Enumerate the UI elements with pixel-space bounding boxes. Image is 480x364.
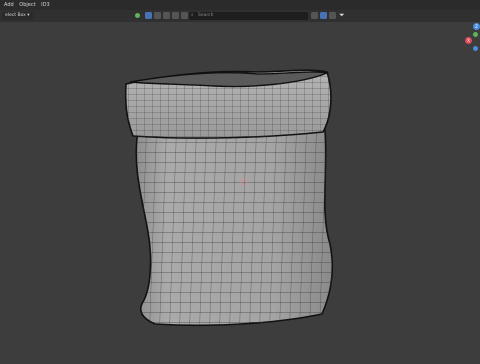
gizmo-z-label: Z — [475, 24, 478, 29]
menu-add[interactable]: Add — [4, 0, 14, 10]
gizmo-z-axis[interactable]: Z — [473, 23, 480, 30]
gizmo-x-axis[interactable]: X — [465, 37, 472, 44]
body-wireframe — [136, 130, 333, 326]
display-mode-icon[interactable] — [311, 12, 318, 19]
select-mode-dropdown[interactable]: elect Box ▾ — [2, 12, 33, 20]
overlay-icon[interactable] — [172, 12, 179, 19]
search-input[interactable]: Search — [198, 12, 213, 20]
object-mode-icon[interactable] — [145, 12, 152, 19]
gizmo-neg-z[interactable] — [473, 46, 478, 51]
outliner-search[interactable]: ⌕ Search — [189, 11, 308, 20]
gizmo-x-label: X — [467, 38, 470, 43]
selectable-icon[interactable] — [320, 12, 327, 19]
filter-icon[interactable] — [163, 12, 170, 19]
menu-object[interactable]: Object — [19, 0, 35, 10]
gizmo-y-axis[interactable]: Y — [473, 32, 478, 37]
shading-icon[interactable] — [181, 12, 188, 19]
sack-mesh[interactable] — [0, 22, 480, 360]
funnel-icon[interactable]: ⏷ — [339, 11, 345, 20]
select-mode-label: elect Box — [5, 13, 26, 18]
menu-id3[interactable]: ID3 — [41, 0, 50, 10]
viewport-header: elect Box ▾ ⊥ Global ▾ ⌕ Search ⏷ — [0, 10, 480, 22]
top-menu-bar: Add Object ID3 — [0, 0, 480, 10]
search-icon: ⌕ — [191, 12, 194, 18]
scene-icon[interactable] — [135, 13, 140, 18]
camera-icon[interactable] — [329, 12, 336, 19]
3d-viewport[interactable]: Z X Y — [0, 22, 480, 360]
view-icon[interactable] — [154, 12, 161, 19]
